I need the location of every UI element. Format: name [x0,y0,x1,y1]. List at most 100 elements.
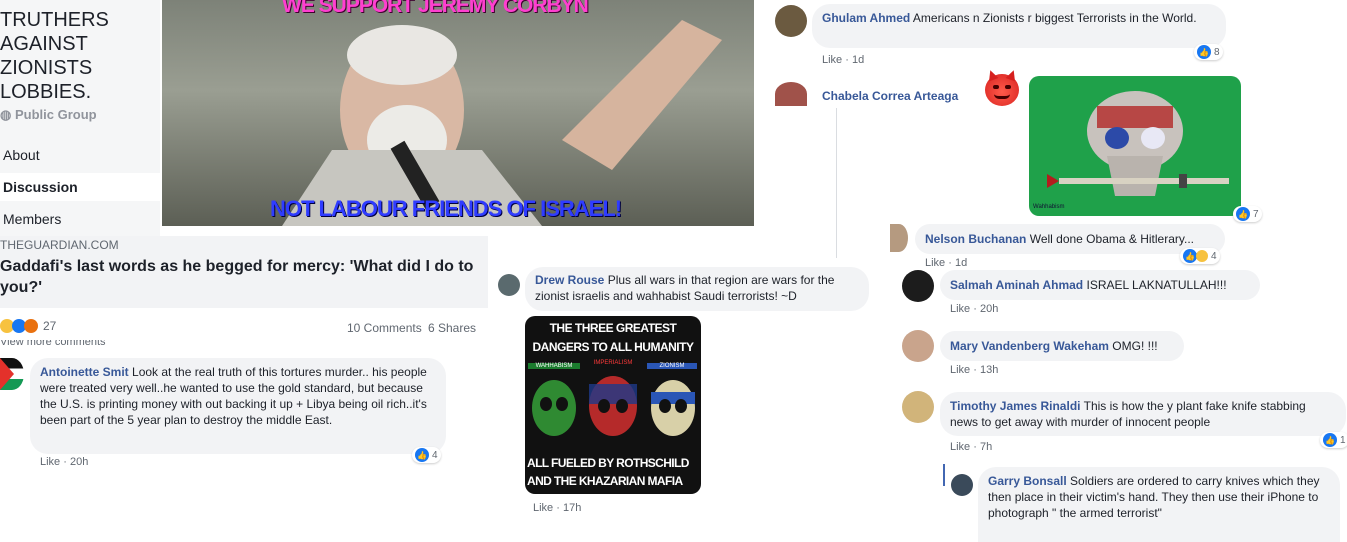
like-button[interactable]: Like [950,441,970,453]
comment-author[interactable]: Mary Vandenberg Wakeham [950,339,1109,353]
sad-reaction-icon [1196,250,1208,262]
like-button[interactable]: Like [925,257,945,266]
comment-bubble: Timothy James Rinaldi This is how the y … [940,392,1346,436]
link-source: THEGUARDIAN.COM [0,238,119,252]
comment-time: 20h [979,303,999,315]
banner-top-text: WE SUPPORT JEREMY CORBYN [282,0,589,17]
comment-reactions[interactable]: 👍 7 [1233,206,1262,222]
reaction-count: 4 [432,449,438,461]
comment-time: 17h [562,502,582,514]
comment-text: ISRAEL LAKNATULLAH!!! [1086,278,1227,292]
post-reactions[interactable]: 27 [0,319,56,333]
group-sidebar: TRUTHERS AGAINST ZIONISTS LOBBIES. ◍ Pub… [0,0,160,236]
like-reaction-icon: 👍 [1197,45,1211,59]
avatar[interactable] [902,391,934,423]
like-button[interactable]: Like [40,456,60,468]
like-reaction-icon: 👍 [1236,207,1250,221]
comment-author[interactable]: Salmah Aminah Ahmad [950,278,1083,292]
thread-line [836,108,837,258]
comment-time: 1d [954,257,968,266]
like-button[interactable]: Like [822,54,842,66]
group-title-line: ZIONISTS [0,57,93,79]
poster-label: IMPERIALISM [593,360,633,366]
skull-watermark: Wahhabism [1033,204,1065,210]
comment-text: OMG! !!! [1112,339,1158,353]
avatar[interactable] [0,358,24,390]
like-button[interactable]: Like [950,303,970,315]
avatar[interactable] [902,330,934,362]
skull-image[interactable]: Wahhabism [1029,76,1241,216]
comment-actions: Like · 20h [950,303,999,315]
comment-actions: Like · 17h [533,502,582,514]
comment-actions: Like · 13h [950,364,999,376]
like-reaction-icon: 👍 [1183,249,1197,263]
like-reaction-icon: 👍 [415,448,429,462]
comment-author[interactable]: Timothy James Rinaldi [950,399,1080,413]
comment-bubble: Nelson Buchanan Well done Obama & Hitler… [915,224,1225,254]
comment-bubble: Mary Vandenberg Wakeham OMG! !!! [940,331,1184,361]
group-title-line: TRUTHERS [0,9,109,31]
group-type-label: Public Group [14,107,97,122]
globe-icon: ◍ [0,107,12,122]
comment-author[interactable]: Chabela Correa Arteaga [822,89,958,103]
comment-reactions[interactable]: 👍 4 [412,447,441,463]
comment-actions: Like · 20h [40,456,89,468]
group-title-line: AGAINST [0,33,88,55]
comment-reactions[interactable]: 👍 4 [1180,248,1220,264]
comment-bubble: Salmah Aminah Ahmad ISRAEL LAKNATULLAH!!… [940,270,1260,300]
nav-discussion[interactable]: Discussion [0,173,160,201]
nav-about[interactable]: About [0,141,160,169]
link-headline[interactable]: Gaddafi's last words as he begged for me… [0,256,486,298]
reply-thread-line [943,464,945,486]
banner-bottom-text: NOT LABOUR FRIENDS OF ISRAEL! [270,196,622,221]
shares-count[interactable]: 6 Shares [428,321,476,335]
three-dangers-image[interactable]: THE THREE GREATEST DANGERS TO ALL HUMANI… [525,316,701,494]
comment-author[interactable]: Drew Rouse [535,273,604,287]
comment-bubble: Antoinette Smit Look at the real truth o… [30,358,446,454]
comment-bubble: Garry Bonsall Soldiers are ordered to ca… [978,467,1340,542]
comment-author[interactable]: Nelson Buchanan [925,232,1026,246]
like-reaction-icon: 👍 [1323,433,1337,447]
avatar[interactable] [498,274,520,296]
reaction-count: 8 [1214,46,1220,58]
group-title-line: LOBBIES. [0,81,92,103]
comment-author[interactable]: Ghulam Ahmed [822,11,910,25]
banner-photo [282,20,722,226]
avatar[interactable] [902,270,934,302]
group-title[interactable]: TRUTHERS AGAINST ZIONISTS LOBBIES. [0,8,109,104]
angry-reaction-icon [24,319,38,333]
poster-label: ZIONISM [647,363,697,369]
comment-actions: Like · 1d [925,257,967,266]
more-comments-link[interactable]: View more comments [0,340,106,348]
avatar[interactable] [951,474,973,496]
like-button[interactable]: Like [533,502,553,514]
like-button[interactable]: Like [950,364,970,376]
reaction-count: 4 [1211,250,1217,262]
skulls-graphic [532,376,695,436]
reaction-count: 7 [1253,208,1259,220]
comment-bubble: Drew Rouse Plus all wars in that region … [525,267,869,311]
comment-text: Well done Obama & Hitlerary... [1029,232,1194,246]
comment-author[interactable]: Garry Bonsall [988,474,1067,488]
comment-time: 13h [979,364,999,376]
comments-count[interactable]: 10 Comments [347,321,422,335]
avatar[interactable] [775,5,807,37]
group-privacy: ◍ Public Group [0,107,97,123]
poster-label: WAHHABISM [528,363,580,369]
comment-author[interactable]: Antoinette Smit [40,365,129,379]
corbyn-banner-image: WE SUPPORT JEREMY CORBYN NOT LABOUR FRIE… [162,0,754,226]
reaction-count: 1 [1340,434,1346,446]
comment-time: 20h [69,456,89,468]
comment-reactions[interactable]: 👍 1 [1320,432,1347,448]
comment-text: Americans n Zionists r biggest Terrorist… [912,11,1197,25]
avatar[interactable] [775,82,807,106]
nav-members[interactable]: Members [0,205,160,233]
skull-graphic [1047,91,1229,196]
avatar[interactable] [890,224,908,252]
comment-bubble: Ghulam Ahmed Americans n Zionists r bigg… [812,4,1226,48]
comment-actions: Like · 7h [950,441,993,453]
comment-reactions[interactable]: 👍 8 [1194,44,1223,60]
poster-title: THE THREE GREATEST DANGERS TO ALL HUMANI… [532,321,694,354]
devil-emoji-icon [985,68,1019,106]
comment-time: 1d [851,54,865,66]
